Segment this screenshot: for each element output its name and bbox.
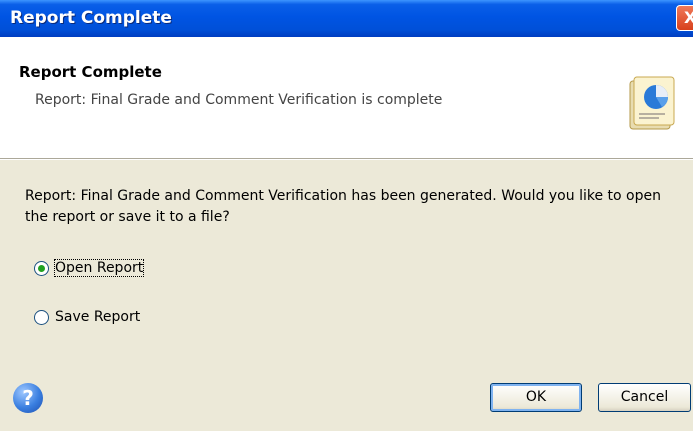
window-title: Report Complete: [10, 8, 172, 28]
header-title: Report Complete: [19, 63, 162, 81]
dialog-header: Report Complete Report: Final Grade and …: [0, 37, 693, 158]
open-report-radio[interactable]: [34, 261, 49, 276]
header-subtitle: Report: Final Grade and Comment Verifica…: [35, 92, 443, 108]
save-report-radio[interactable]: [34, 310, 49, 325]
cancel-button[interactable]: Cancel: [598, 383, 691, 412]
close-icon: X: [684, 8, 693, 27]
report-pie-chart-icon: [629, 76, 675, 130]
save-report-label[interactable]: Save Report: [55, 309, 140, 325]
radio-selected-dot: [38, 265, 45, 272]
close-button[interactable]: X: [676, 5, 693, 31]
dialog-message: Report: Final Grade and Comment Verifica…: [25, 188, 661, 225]
header-separator-highlight: [0, 159, 693, 160]
help-icon[interactable]: ?: [13, 383, 43, 413]
title-bar[interactable]: Report Complete X: [0, 0, 693, 37]
open-report-label[interactable]: Open Report: [53, 259, 145, 277]
ok-button[interactable]: OK: [490, 383, 582, 412]
